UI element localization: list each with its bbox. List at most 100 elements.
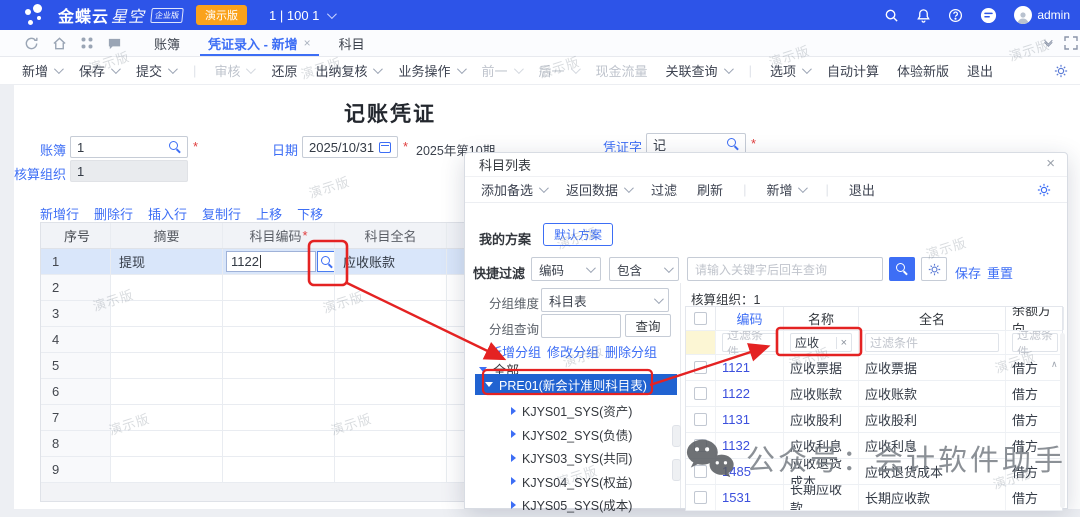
- account-row[interactable]: 1131应收股利应收股利借方: [686, 407, 1062, 433]
- col-code[interactable]: 编码: [716, 307, 784, 330]
- apps-grid-icon[interactable]: [80, 36, 94, 50]
- name-filter-input[interactable]: 应收×: [790, 333, 852, 352]
- toolbar-出纳复核[interactable]: 出纳复核: [315, 61, 380, 80]
- cell-account-code[interactable]: [223, 275, 335, 300]
- cell-account-code[interactable]: [223, 379, 335, 404]
- dialog-toolbar-添加备选[interactable]: 添加备选: [481, 180, 546, 199]
- clear-filter-icon[interactable]: ×: [836, 337, 847, 349]
- notification-bell-icon[interactable]: [916, 8, 931, 23]
- row-action-删除行[interactable]: 删除行: [94, 204, 133, 223]
- tree-node-KJYS01_SYS(资产)[interactable]: KJYS01_SYS(资产): [511, 399, 632, 423]
- query-button[interactable]: 查询: [625, 314, 671, 337]
- home-icon[interactable]: [52, 36, 67, 51]
- group-action-删除分组[interactable]: 删除分组: [605, 342, 657, 361]
- account-code-edit-input[interactable]: 1122: [226, 251, 316, 272]
- save-filter-link[interactable]: 保存: [955, 263, 981, 282]
- toolbar-体验新版[interactable]: 体验新版: [897, 61, 949, 80]
- org-book-selector[interactable]: 1 | 100 1: [269, 8, 334, 23]
- date-input[interactable]: 2025/10/31: [302, 136, 398, 158]
- refresh-icon[interactable]: [24, 36, 39, 51]
- message-bubble-icon[interactable]: [107, 36, 122, 51]
- cell-account-code[interactable]: [223, 301, 335, 326]
- toolbar-新增[interactable]: 新增: [22, 61, 61, 80]
- account-row[interactable]: 1132应收利息应收利息借方: [686, 433, 1062, 459]
- cell-account-fullname[interactable]: [335, 327, 447, 352]
- toolbar-settings-icon[interactable]: [1054, 64, 1068, 78]
- fullname-filter-input[interactable]: 过滤条件: [865, 333, 999, 352]
- cell-summary[interactable]: [111, 301, 223, 326]
- toolbar-退出[interactable]: 退出: [967, 61, 993, 80]
- cell-account-code[interactable]: [223, 405, 335, 430]
- search-button[interactable]: [889, 257, 915, 281]
- dialog-toolbar-过滤[interactable]: 过滤: [651, 180, 677, 199]
- cell-account-code[interactable]: [223, 353, 335, 378]
- cell-account-fullname[interactable]: [335, 301, 447, 326]
- row-checkbox[interactable]: [694, 465, 707, 478]
- cell-summary[interactable]: [111, 457, 223, 482]
- tree-node-KJYS02_SYS(负债)[interactable]: KJYS02_SYS(负债): [511, 423, 632, 447]
- toolbar-自动计算[interactable]: 自动计算: [827, 61, 879, 80]
- collapse-tabs-icon[interactable]: [1044, 39, 1050, 47]
- row-action-插入行[interactable]: 插入行: [148, 204, 187, 223]
- toolbar-还原[interactable]: 还原: [271, 61, 297, 80]
- group-query-input[interactable]: [541, 314, 621, 338]
- book-input[interactable]: 1: [70, 136, 188, 158]
- help-icon[interactable]: [948, 8, 963, 23]
- select-all-checkbox[interactable]: [694, 312, 707, 325]
- group-dimension-select[interactable]: 科目表: [541, 288, 669, 312]
- toolbar-提交[interactable]: 提交: [136, 61, 175, 80]
- scrollbar[interactable]: [1060, 333, 1065, 508]
- row-action-上移[interactable]: 上移: [256, 204, 282, 223]
- cell-account-fullname[interactable]: 应收账款: [335, 249, 447, 274]
- group-action-新增分组[interactable]: 新增分组: [489, 342, 541, 361]
- row-action-复制行[interactable]: 复制行: [202, 204, 241, 223]
- tab-账簿[interactable]: 账簿: [140, 30, 194, 56]
- row-checkbox[interactable]: [694, 491, 707, 504]
- cell-account-fullname[interactable]: [335, 275, 447, 300]
- assistant-pill-icon[interactable]: [980, 7, 997, 24]
- account-lookup-button[interactable]: [317, 251, 335, 272]
- scroll-up-icon[interactable]: ∧: [1051, 359, 1058, 370]
- dialog-toolbar-新增[interactable]: 新增: [766, 180, 805, 199]
- cell-account-code[interactable]: 1122: [223, 249, 335, 274]
- account-row[interactable]: 1531长期应收款长期应收款借方: [686, 485, 1062, 511]
- direction-filter-input[interactable]: 过滤条件: [1012, 333, 1058, 352]
- cell-summary[interactable]: [111, 431, 223, 456]
- row-checkbox[interactable]: [694, 439, 707, 452]
- keyword-input[interactable]: 请输入关键字后回车查询: [687, 257, 883, 281]
- fullscreen-icon[interactable]: [1064, 36, 1078, 50]
- lookup-icon[interactable]: [727, 138, 739, 150]
- close-tab-icon[interactable]: ×: [304, 36, 311, 50]
- cell-account-fullname[interactable]: [335, 353, 447, 378]
- cell-account-fullname[interactable]: [335, 431, 447, 456]
- cell-summary[interactable]: [111, 327, 223, 352]
- reset-filter-link[interactable]: 重置: [987, 263, 1013, 282]
- tree-node-KJYS04_SYS(权益)[interactable]: KJYS04_SYS(权益): [511, 470, 632, 494]
- cell-summary[interactable]: [111, 353, 223, 378]
- dialog-toolbar-退出[interactable]: 退出: [849, 180, 875, 199]
- tree-node-KJYS03_SYS(共同)[interactable]: KJYS03_SYS(共同): [511, 446, 632, 470]
- tree-node-selected[interactable]: PRE01(新会计准则科目表): [475, 374, 677, 395]
- toolbar-选项[interactable]: 选项: [770, 61, 809, 80]
- cell-account-code[interactable]: [223, 327, 335, 352]
- filter-operator-select[interactable]: 包含: [609, 257, 679, 281]
- calendar-icon[interactable]: [379, 142, 391, 153]
- collapse-left-icon[interactable]: [672, 425, 681, 447]
- user-menu[interactable]: admin: [1014, 6, 1070, 24]
- tab-科目[interactable]: 科目: [325, 30, 379, 56]
- tree-expand-icon[interactable]: [485, 382, 493, 387]
- cell-summary[interactable]: [111, 405, 223, 430]
- tab-凭证录入 - 新增[interactable]: 凭证录入 - 新增×: [194, 30, 325, 56]
- lookup-icon[interactable]: [169, 141, 181, 153]
- dialog-toolbar-刷新[interactable]: 刷新: [697, 180, 723, 199]
- toolbar-关联查询[interactable]: 关联查询: [666, 61, 731, 80]
- group-action-修改分组[interactable]: 修改分组: [547, 342, 599, 361]
- cell-summary[interactable]: [111, 379, 223, 404]
- row-checkbox[interactable]: [694, 387, 707, 400]
- row-checkbox[interactable]: [694, 361, 707, 374]
- account-row[interactable]: 1122应收账款应收账款借方: [686, 381, 1062, 407]
- close-icon[interactable]: ×: [1046, 156, 1055, 171]
- expand-right-icon[interactable]: [672, 459, 681, 481]
- cell-summary[interactable]: 提现: [111, 249, 223, 274]
- cell-account-fullname[interactable]: [335, 379, 447, 404]
